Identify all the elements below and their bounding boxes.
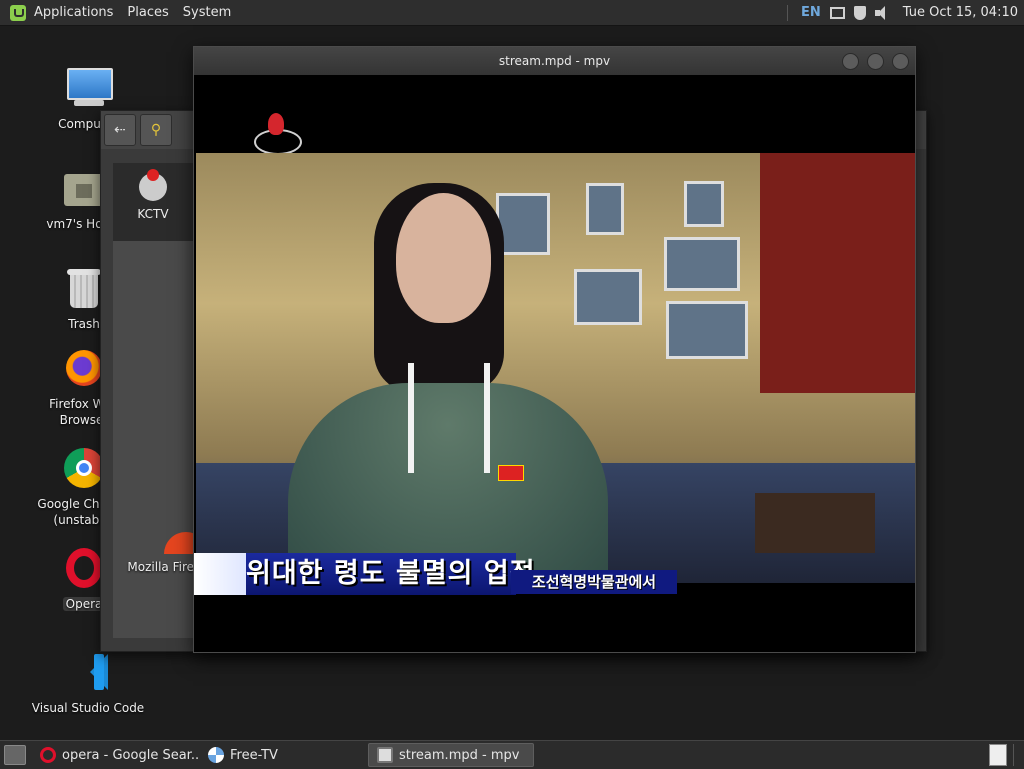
caption-location: 조선혁명박물관에서 [511, 570, 677, 594]
video-presenter-head [396, 193, 491, 323]
task-opera[interactable]: opera - Google Sear... [32, 743, 198, 767]
search-button[interactable]: ⚲ [140, 114, 172, 146]
video-frame [196, 153, 915, 583]
search-icon: ⚲ [150, 122, 162, 138]
vscode-icon [64, 648, 112, 696]
workspace-switcher[interactable] [989, 744, 1007, 766]
video-framed-photo [666, 301, 748, 359]
close-button[interactable] [892, 53, 909, 70]
video-framed-photo [574, 269, 642, 325]
taskbar-separator [1013, 744, 1014, 766]
video-presenter-collar [408, 363, 490, 473]
desktop-icon-label: Opera [62, 597, 106, 611]
taskbar-right [989, 744, 1024, 766]
minimize-button[interactable] [842, 53, 859, 70]
video-presenter-badge [498, 465, 524, 481]
taskbar: opera - Google Sear... Free-TV stream.mp… [0, 740, 1024, 769]
mpv-window[interactable]: stream.mpd - mpv 위대한 령도 불멸의 업적 조선혁명박물관에서 [193, 46, 916, 653]
computer-icon [64, 64, 113, 112]
update-shield-icon[interactable] [853, 5, 866, 20]
network-icon[interactable] [829, 6, 845, 19]
mpv-icon [377, 747, 393, 763]
keyboard-layout-indicator[interactable]: EN [801, 5, 821, 20]
window-controls [842, 53, 909, 70]
video-red-wall [760, 153, 915, 393]
top-panel: Applications Places System EN Tue Oct 15… [0, 0, 1024, 26]
show-desktop-button[interactable] [4, 745, 26, 765]
mint-logo-icon[interactable] [10, 4, 26, 21]
video-bench [755, 493, 875, 553]
tray-separator [787, 4, 789, 21]
mpv-titlebar[interactable]: stream.mpd - mpv [194, 47, 915, 75]
task-label: Free-TV [230, 747, 278, 763]
video-area[interactable]: 위대한 령도 불멸의 업적 조선혁명박물관에서 [194, 75, 915, 652]
system-menu[interactable]: System [177, 5, 239, 20]
applications-menu[interactable]: Applications [32, 5, 121, 20]
desktop-icon-label: Visual Studio Code [31, 701, 145, 715]
task-label: opera - Google Sear... [62, 747, 198, 763]
file-item-label: KCTV [137, 207, 169, 221]
kctv-station-logo-icon [246, 113, 306, 155]
back-button[interactable]: ⇠ [104, 114, 136, 146]
file-item-kctv[interactable]: KCTV [113, 163, 193, 241]
video-framed-photo [664, 237, 740, 291]
video-framed-photo [496, 193, 550, 255]
window-title: stream.mpd - mpv [498, 54, 611, 68]
video-framed-photo [586, 183, 624, 235]
kctv-logo-icon [139, 169, 167, 201]
task-mpv[interactable]: stream.mpd - mpv [368, 743, 534, 767]
back-arrow-icon: ⇠ [114, 122, 126, 138]
system-tray: EN Tue Oct 15, 04:10 [787, 4, 1024, 21]
maximize-button[interactable] [867, 53, 884, 70]
news-caption: 위대한 령도 불멸의 업적 조선혁명박물관에서 [194, 553, 915, 595]
opera-icon [40, 747, 56, 763]
task-freetv[interactable]: Free-TV [200, 743, 366, 767]
caption-headline: 위대한 령도 불멸의 업적 [246, 553, 535, 595]
freetv-icon [208, 747, 224, 763]
clock[interactable]: Tue Oct 15, 04:10 [903, 5, 1018, 20]
caption-accent [194, 553, 246, 595]
video-framed-photo [684, 181, 724, 227]
task-label: stream.mpd - mpv [399, 747, 520, 763]
volume-icon[interactable] [874, 5, 890, 20]
desktop-icon-vscode[interactable]: Visual Studio Code [28, 648, 148, 716]
places-menu[interactable]: Places [121, 5, 176, 20]
